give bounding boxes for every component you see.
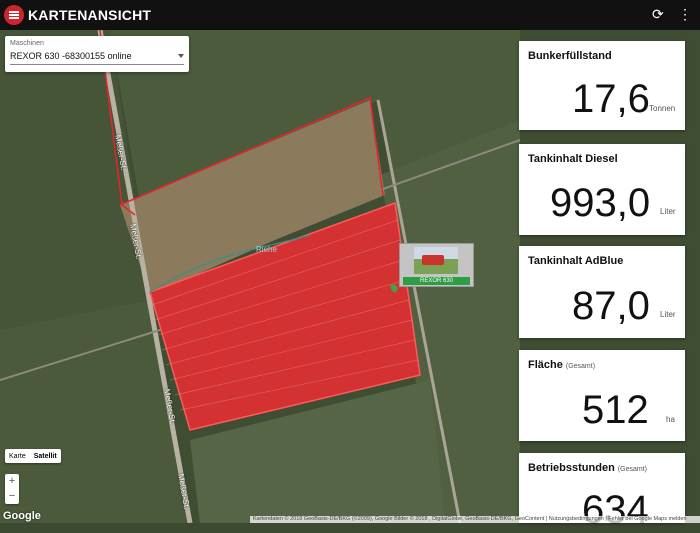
card-value: 512 <box>582 388 649 432</box>
page-title: KARTENANSICHT <box>28 7 152 23</box>
app-bar: KARTENANSICHT ⟳ ⋮ <box>0 0 700 30</box>
refresh-icon[interactable]: ⟳ <box>652 6 664 23</box>
card-value: 993,0 <box>550 181 651 225</box>
vehicle-label: REXOR 630 <box>403 277 470 285</box>
card-tankinhalt-adblue: Tankinhalt AdBlue 87,0 Liter <box>519 246 685 338</box>
water-label: Riehe <box>256 245 277 254</box>
card-title: Bunkerfüllstand <box>528 50 612 62</box>
card-bunkerfuellstand: Bunkerfüllstand 17,6 Tonnen <box>519 41 685 130</box>
card-value: 87,0 <box>572 284 650 328</box>
hamburger-menu-button[interactable] <box>4 5 24 25</box>
card-unit: Liter <box>660 207 676 216</box>
card-value: 17,6 <box>572 77 650 121</box>
machine-select-label: Maschinen <box>10 40 44 47</box>
vehicle-marker[interactable]: REXOR 630 <box>399 243 474 287</box>
map-type-satellit-button[interactable]: Satellit <box>30 453 61 460</box>
zoom-control: + − <box>5 474 19 504</box>
card-title: Fläche (Gesamt) <box>528 359 596 371</box>
chevron-down-icon[interactable] <box>178 54 184 58</box>
map-type-control: Karte Satellit <box>5 449 61 463</box>
machine-select-value[interactable]: REXOR 630 -68300155 online <box>10 51 132 61</box>
hamburger-icon <box>9 14 19 16</box>
card-flaeche: Fläche (Gesamt) 512 ha <box>519 350 685 441</box>
card-title: Betriebsstunden (Gesamt) <box>528 462 647 474</box>
machine-select[interactable]: Maschinen REXOR 630 -68300155 online <box>5 36 189 72</box>
zoom-out-button[interactable]: − <box>5 489 19 504</box>
map-type-karte-button[interactable]: Karte <box>5 453 30 460</box>
card-betriebsstunden: Betriebsstunden (Gesamt) 634 <box>519 453 685 532</box>
card-unit: ha <box>666 415 675 424</box>
more-vert-icon[interactable]: ⋮ <box>678 6 692 23</box>
zoom-in-button[interactable]: + <box>5 474 19 489</box>
card-tankinhalt-diesel: Tankinhalt Diesel 993,0 Liter <box>519 144 685 235</box>
map-attribution[interactable]: Kartendaten © 2018 GeoBasis-DE/BKG (©200… <box>250 516 700 523</box>
vehicle-photo <box>414 247 458 274</box>
card-value: 634 <box>582 488 649 532</box>
card-unit: Liter <box>660 310 676 319</box>
select-underline <box>10 64 184 65</box>
card-unit: Tonnen <box>649 104 676 113</box>
card-title: Tankinhalt AdBlue <box>528 255 624 267</box>
card-title: Tankinhalt Diesel <box>528 153 618 165</box>
google-logo: Google <box>3 510 41 522</box>
